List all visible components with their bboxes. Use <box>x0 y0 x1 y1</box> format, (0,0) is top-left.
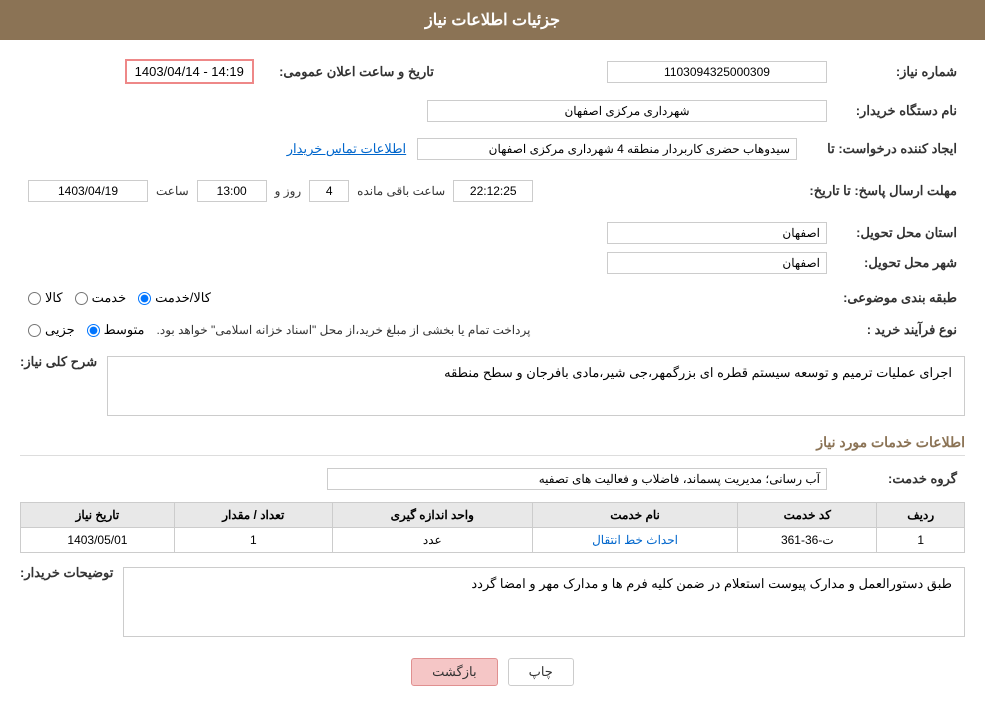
back-button[interactable]: بازگشت <box>411 658 497 686</box>
tarikh-elan-value: 1403/04/14 - 14:19 <box>125 59 254 84</box>
sharh-value: اجرای عملیات ترمیم و توسعه سیستم قطره ای… <box>444 365 952 380</box>
header-bar: جزئیات اطلاعات نیاز <box>0 0 985 40</box>
buttons-row: چاپ بازگشت <box>20 658 965 686</box>
grooh-table: گروه خدمت: آب رسانی؛ مدیریت پسماند، فاضل… <box>20 464 965 494</box>
cell-0-0: 1 <box>877 528 965 553</box>
jozee-label: جزیی <box>45 322 75 338</box>
mohlat-roz: 4 <box>309 180 349 202</box>
radio-kala-khadamat[interactable]: کالا/خدمت <box>138 290 211 306</box>
etelaat-tamas-link[interactable]: اطلاعات تماس خریدار <box>287 141 406 156</box>
tosifat-value: طبق دستورالعمل و مدارک پیوست استعلام در … <box>471 576 952 591</box>
mohlat-date: 1403/04/19 <box>28 180 148 202</box>
col-header-3: واحد اندازه گیری <box>332 503 532 528</box>
dastgah-value: شهرداری مرکزی اصفهان <box>427 100 827 122</box>
mohlat-saat-label: ساعت <box>156 184 189 198</box>
radio-khadamat-label: خدمت <box>92 290 127 306</box>
mohlat-roz-label: روز و <box>275 184 302 198</box>
dastgah-label: نام دستگاه خریدار: <box>835 96 965 126</box>
cell-0-2: احداث خط انتقال <box>532 528 737 553</box>
tabaqe-table: طبقه بندی موضوعی: کالا خدمت کالا/خدمت <box>20 286 965 310</box>
farayand-notice: پرداخت تمام یا بخشی از مبلغ خرید،از محل … <box>157 323 531 337</box>
top-info-table: شماره نیاز: 1103094325000309 تاریخ و ساع… <box>20 55 965 88</box>
cell-0-3: عدد <box>332 528 532 553</box>
sharh-section: شرح کلی نیاز: اجرای عملیات ترمیم و توسعه… <box>20 350 965 422</box>
col-header-1: کد خدمت <box>738 503 877 528</box>
tabaqe-label: طبقه بندی موضوعی: <box>835 286 965 310</box>
radio-kala-label: کالا <box>45 290 63 306</box>
radio-kala[interactable]: کالا <box>28 290 63 306</box>
tosifat-label: توضیحات خریدار: <box>20 561 113 581</box>
shomara-value: 1103094325000309 <box>607 61 827 83</box>
radio-jozee[interactable]: جزیی <box>28 322 75 338</box>
baghimandeh-label: ساعت باقی مانده <box>357 184 445 198</box>
mohlat-label: مهلت ارسال پاسخ: تا تاریخ: <box>801 172 965 210</box>
col-header-2: نام خدمت <box>532 503 737 528</box>
shahr-value: اصفهان <box>607 252 827 274</box>
farayand-label: نوع فرآیند خرید : <box>835 318 965 342</box>
khadamat-title: اطلاعات خدمات مورد نیاز <box>20 434 965 456</box>
sharh-box: اجرای عملیات ترمیم و توسعه سیستم قطره ای… <box>107 356 965 416</box>
tarikh-elan-label: تاریخ و ساعت اعلان عمومی: <box>262 55 442 88</box>
radio-motavasset[interactable]: متوسط <box>87 322 145 338</box>
page-title: جزئیات اطلاعات نیاز <box>425 12 560 29</box>
content-area: شماره نیاز: 1103094325000309 تاریخ و ساع… <box>0 40 985 716</box>
ijad-table: ایجاد کننده درخواست: تا سیدوهاب حضری کار… <box>20 134 965 164</box>
ijad-label: ایجاد کننده درخواست: تا <box>805 134 965 164</box>
farayand-table: نوع فرآیند خرید : جزیی متوسط پرداخت تمام… <box>20 318 965 342</box>
page-wrapper: جزئیات اطلاعات نیاز شماره نیاز: 11030943… <box>0 0 985 716</box>
shahr-label: شهر محل تحویل: <box>835 248 965 278</box>
ostan-label: استان محل تحویل: <box>835 218 965 248</box>
motavasset-label: متوسط <box>104 322 145 338</box>
shomara-label: شماره نیاز: <box>835 55 965 88</box>
cell-0-5: 1403/05/01 <box>21 528 175 553</box>
tosifat-box: طبق دستورالعمل و مدارک پیوست استعلام در … <box>123 567 965 637</box>
mohlat-table: مهلت ارسال پاسخ: تا تاریخ: 1403/04/19 سا… <box>20 172 965 210</box>
baghimandeh-value: 22:12:25 <box>453 180 533 202</box>
col-header-0: ردیف <box>877 503 965 528</box>
service-table: ردیفکد خدمتنام خدمتواحد اندازه گیریتعداد… <box>20 502 965 553</box>
sharh-label: شرح کلی نیاز: <box>20 350 97 370</box>
radio-khadamat[interactable]: خدمت <box>75 290 127 306</box>
grooh-label: گروه خدمت: <box>835 464 965 494</box>
tosifat-section: توضیحات خریدار: طبق دستورالعمل و مدارک پ… <box>20 561 965 643</box>
col-header-5: تاریخ نیاز <box>21 503 175 528</box>
table-row: 1ت-36-361احداث خط انتقالعدد11403/05/01 <box>21 528 965 553</box>
cell-0-4: 1 <box>174 528 332 553</box>
grooh-value: آب رسانی؛ مدیریت پسماند، فاضلاب و فعالیت… <box>327 468 827 490</box>
radio-kala-khadamat-label: کالا/خدمت <box>155 290 211 306</box>
ijad-value: سیدوهاب حضری کاربردار منطقه 4 شهرداری مر… <box>417 138 797 160</box>
mohlat-saat: 13:00 <box>197 180 267 202</box>
ostan-table: استان محل تحویل: اصفهان شهر محل تحویل: ا… <box>20 218 965 278</box>
col-header-4: تعداد / مقدار <box>174 503 332 528</box>
print-button[interactable]: چاپ <box>508 658 574 686</box>
dastgah-table: نام دستگاه خریدار: شهرداری مرکزی اصفهان <box>20 96 965 126</box>
ostan-value: اصفهان <box>607 222 827 244</box>
cell-0-1: ت-36-361 <box>738 528 877 553</box>
